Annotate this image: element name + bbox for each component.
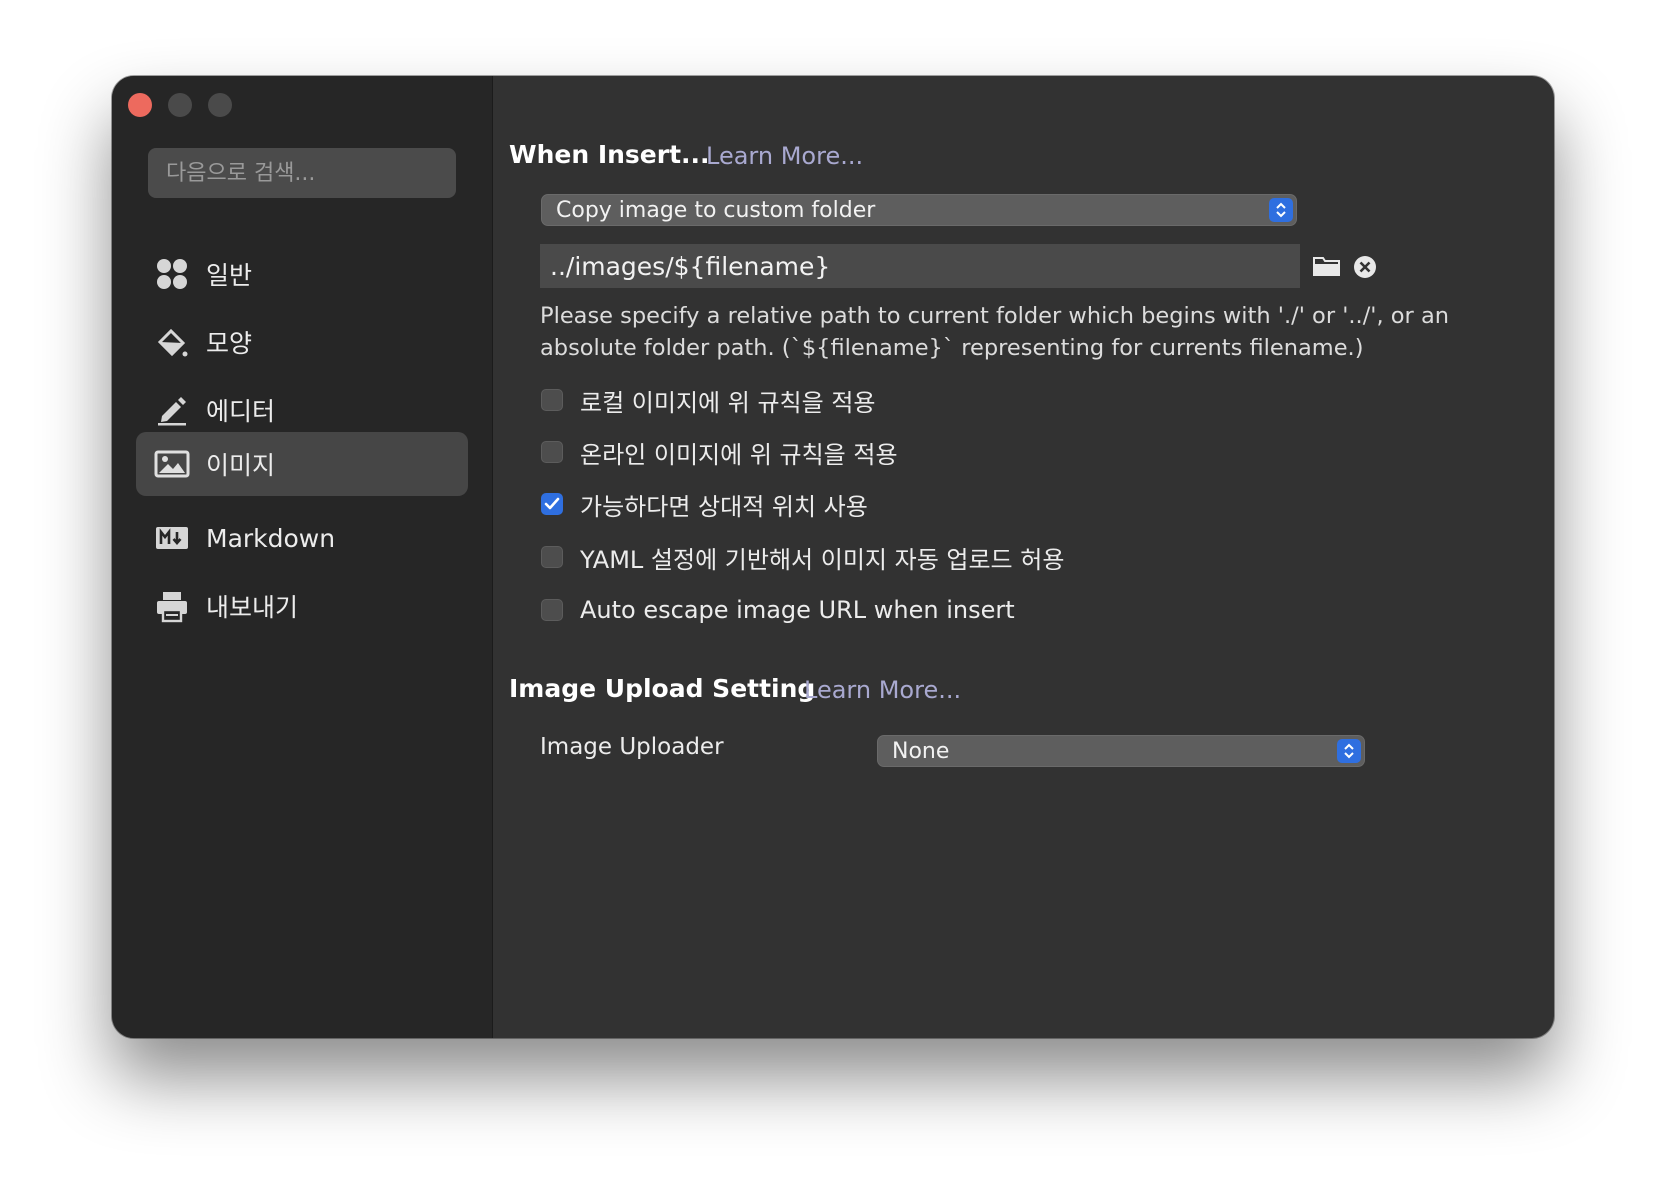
option-apply-online-images[interactable]: 온라인 이미지에 위 규칙을 적용 xyxy=(541,437,898,469)
close-window-button[interactable] xyxy=(128,93,152,117)
sidebar-item-label: 이미지 xyxy=(206,451,276,480)
option-label: Auto escape image URL when insert xyxy=(580,596,1015,624)
sidebar-item-label: 내보내기 xyxy=(206,593,299,622)
markdown-icon xyxy=(154,520,190,556)
zoom-window-button[interactable] xyxy=(208,93,232,117)
folder-icon[interactable] xyxy=(1312,253,1342,279)
settings-panel: When Insert... Learn More... Copy image … xyxy=(493,76,1554,1038)
chevron-up-down-icon xyxy=(1269,198,1293,222)
image-upload-learn-more-link[interactable]: Learn More... xyxy=(804,676,961,704)
option-apply-local-images[interactable]: 로컬 이미지에 위 규칙을 적용 xyxy=(541,385,876,417)
checkbox[interactable] xyxy=(541,599,563,621)
checkbox[interactable] xyxy=(541,546,563,568)
image-uploader-label: Image Uploader xyxy=(540,734,724,760)
option-yaml-auto-upload[interactable]: YAML 설정에 기반해서 이미지 자동 업로드 허용 xyxy=(541,542,1065,574)
path-help-text: Please specify a relative path to curren… xyxy=(540,303,1449,361)
insert-action-value: Copy image to custom folder xyxy=(556,197,876,223)
clear-path-icon[interactable] xyxy=(1352,254,1378,280)
option-label: 로컬 이미지에 위 규칙을 적용 xyxy=(580,388,876,417)
sidebar-item-general[interactable]: 일반 xyxy=(136,242,468,306)
sidebar-item-label: 모양 xyxy=(206,329,253,358)
search-input[interactable] xyxy=(148,148,456,198)
sidebar: 일반 모양 에디터 이미지 Markdown xyxy=(112,76,493,1038)
sidebar-item-image[interactable]: 이미지 xyxy=(136,432,468,496)
printer-icon xyxy=(154,588,190,624)
when-insert-learn-more-link[interactable]: Learn More... xyxy=(706,142,863,170)
minimize-window-button[interactable] xyxy=(168,93,192,117)
option-label: 가능하다면 상대적 위치 사용 xyxy=(580,492,868,521)
image-icon xyxy=(154,446,190,482)
sidebar-item-label: 에디터 xyxy=(206,397,276,426)
insert-action-select[interactable]: Copy image to custom folder xyxy=(541,194,1297,226)
paint-bucket-icon xyxy=(154,324,190,360)
image-uploader-select[interactable]: None xyxy=(877,735,1365,767)
checkmark-icon xyxy=(544,497,560,510)
sidebar-item-label: 일반 xyxy=(206,261,253,290)
image-upload-title: Image Upload Setting xyxy=(509,674,816,703)
checkbox-checked[interactable] xyxy=(541,493,563,515)
chevron-up-down-icon xyxy=(1337,739,1361,763)
sidebar-item-export[interactable]: 내보내기 xyxy=(136,574,468,638)
checkbox[interactable] xyxy=(541,389,563,411)
grid-circles-icon xyxy=(154,256,190,292)
option-use-relative-path[interactable]: 가능하다면 상대적 위치 사용 xyxy=(541,489,868,521)
preferences-window: 일반 모양 에디터 이미지 Markdown xyxy=(112,76,1554,1038)
sidebar-item-appearance[interactable]: 모양 xyxy=(136,310,468,374)
when-insert-title: When Insert... xyxy=(509,140,710,169)
sidebar-item-markdown[interactable]: Markdown xyxy=(136,506,468,570)
pencil-icon xyxy=(154,392,190,428)
sidebar-item-label: Markdown xyxy=(206,523,336,553)
option-label: 온라인 이미지에 위 규칙을 적용 xyxy=(580,440,898,469)
image-uploader-value: None xyxy=(892,738,950,764)
option-label: YAML 설정에 기반해서 이미지 자동 업로드 허용 xyxy=(580,545,1065,574)
custom-folder-path-input[interactable] xyxy=(540,244,1300,288)
checkbox[interactable] xyxy=(541,441,563,463)
option-auto-escape-url[interactable]: Auto escape image URL when insert xyxy=(541,595,1015,625)
